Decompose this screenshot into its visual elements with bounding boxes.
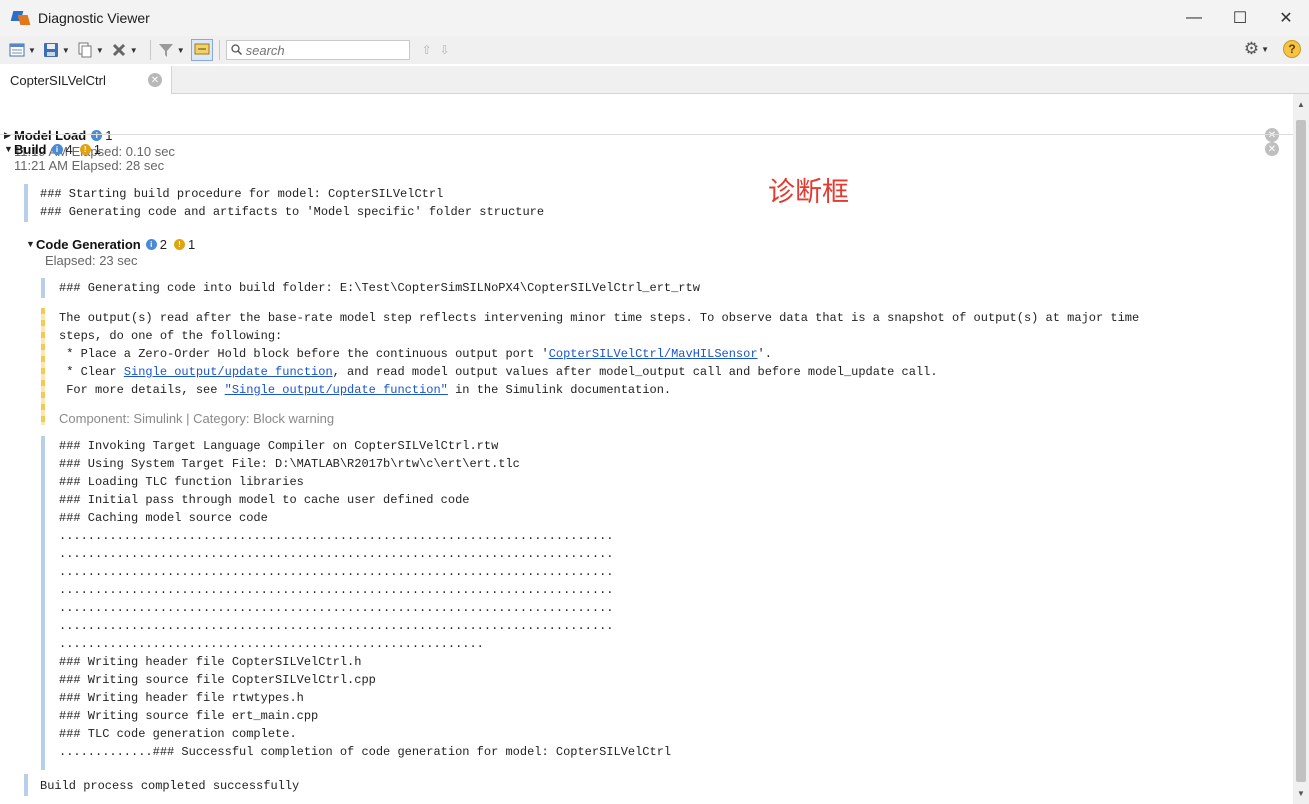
clear-x-icon [110, 41, 128, 59]
tab-label: CopterSILVelCtrl [10, 72, 106, 88]
tab-model[interactable]: CopterSILVelCtrl ✕ [0, 66, 172, 94]
window-controls: — ☐ ✕ [1171, 0, 1309, 36]
save-icon [42, 41, 60, 59]
info-bar [24, 774, 28, 796]
maximize-button[interactable]: ☐ [1217, 0, 1263, 36]
copy-icon [76, 41, 94, 59]
highlight-icon [194, 41, 210, 60]
warning-component-category: Component: Simulink | Category: Block wa… [59, 411, 335, 426]
warning-text-line: The output(s) read after the base-rate m… [59, 311, 1140, 325]
dropdown-arrow-icon: ▼ [28, 45, 36, 55]
help-icon[interactable]: ? [1283, 40, 1301, 58]
annotation-label: 诊断框 [768, 177, 849, 208]
build-complete-message: Build process completed successfully [40, 779, 300, 793]
mavhilsensor-link[interactable]: CopterSILVelCtrl/MavHILSensor [549, 347, 758, 361]
info-count: 4 [65, 141, 73, 157]
filter-icon [157, 41, 175, 59]
warning-bar [41, 308, 45, 425]
toolbar-separator [218, 40, 220, 60]
toolbar: ▼ ▼ ▼ ▼ ▼ ⇧ ⇩ ⚙ ▼ ? [0, 36, 1309, 64]
vertical-scrollbar[interactable]: ▲ ▼ [1293, 94, 1309, 804]
build-folder-message: ### Generating code into build folder: E… [59, 281, 700, 295]
warning-count: 1 [187, 236, 196, 252]
section-title: Code Generation [36, 236, 141, 252]
toolbar-separator [149, 40, 151, 60]
dropdown-arrow-icon[interactable]: ▼ [1261, 45, 1269, 54]
build-section: ▼ Build i 4 ! 1 11:21 AM Elapsed: 28 sec… [0, 140, 1293, 174]
dropdown-arrow-icon: ▼ [129, 45, 138, 55]
warning-text-line: steps, do one of the following: [59, 329, 283, 343]
search-icon [230, 43, 242, 58]
report-menu-button[interactable]: ▼ [8, 39, 36, 61]
build-start-message: ### Starting build procedure for model: … [40, 187, 545, 219]
single-output-update-link[interactable]: Single output/update function [124, 365, 333, 379]
warning-message: The output(s) read after the base-rate m… [50, 309, 1139, 399]
close-button[interactable]: ✕ [1263, 0, 1309, 36]
warning-icon: ! [79, 143, 91, 155]
diagnostic-content: ▶ Model Load i 1 11:19 AM Elapsed: 0.10 … [0, 94, 1293, 804]
build-header[interactable]: ▼ Build i 4 ! 1 [0, 140, 1293, 158]
info-icon: i [51, 143, 63, 155]
section-time: Elapsed: 23 sec [45, 253, 138, 268]
scroll-down-arrow-icon[interactable]: ▼ [1297, 789, 1305, 798]
section-title: Build [14, 141, 47, 157]
info-bar [41, 278, 45, 298]
section-time: 11:21 AM Elapsed: 28 sec [14, 158, 165, 173]
dropdown-arrow-icon: ▼ [95, 45, 104, 55]
report-icon [8, 41, 26, 59]
expand-arrow-icon[interactable]: ▶ [0, 130, 14, 141]
warning-text: For more details, see [59, 383, 225, 397]
dismiss-icon[interactable]: ✕ [1265, 142, 1279, 156]
code-generation-header[interactable]: ▼ Code Generation i 2 ! 1 [22, 235, 1222, 253]
tab-close-icon[interactable]: ✕ [148, 73, 162, 87]
minimize-button[interactable]: — [1171, 0, 1217, 36]
filter-menu-button[interactable]: ▼ [157, 39, 185, 61]
previous-match-arrow-icon[interactable]: ⇧ [422, 43, 432, 57]
warning-text: * Place a Zero-Order Hold block before t… [59, 347, 549, 361]
collapse-arrow-icon[interactable]: ▼ [0, 144, 14, 154]
section-divider [0, 134, 1293, 135]
scrollbar-thumb[interactable] [1296, 120, 1306, 782]
copy-menu-button[interactable]: ▼ [76, 39, 104, 61]
dropdown-arrow-icon: ▼ [176, 45, 185, 55]
warning-text: * Clear [59, 365, 124, 379]
tab-strip: CopterSILVelCtrl ✕ [0, 66, 1309, 94]
next-match-arrow-icon[interactable]: ⇩ [440, 43, 450, 57]
info-icon: i [145, 238, 157, 250]
info-count: 2 [159, 236, 167, 252]
search-input[interactable] [245, 42, 406, 58]
info-bar [24, 184, 28, 222]
collapse-arrow-icon[interactable]: ▼ [22, 239, 36, 249]
gear-icon[interactable]: ⚙ [1244, 39, 1259, 59]
warning-text: '. [757, 347, 772, 361]
dropdown-arrow-icon: ▼ [61, 45, 70, 55]
save-menu-button[interactable]: ▼ [42, 39, 70, 61]
tlc-log-message: ### Invoking Target Language Compiler on… [59, 439, 672, 759]
info-bar [41, 436, 45, 770]
toolbar-right: ⚙ ▼ ? [1244, 39, 1301, 59]
documentation-link[interactable]: "Single output/update function" [225, 383, 448, 397]
code-generation-section: ▼ Code Generation i 2 ! 1 Elapsed: 23 se… [22, 235, 1222, 269]
highlight-toggle-button[interactable] [190, 39, 213, 61]
info-icon: i [91, 129, 103, 141]
warning-text: in the Simulink documentation. [447, 383, 672, 397]
search-navigation: ⇧ ⇩ [422, 43, 458, 57]
title-bar: Diagnostic Viewer — ☐ ✕ [0, 0, 1309, 36]
matlab-app-icon [10, 9, 31, 27]
warning-icon: ! [173, 238, 185, 250]
warning-text: , and read model output values after mod… [332, 365, 938, 379]
window-title: Diagnostic Viewer [38, 10, 150, 26]
search-box[interactable] [225, 40, 410, 60]
warning-count: 1 [93, 141, 101, 157]
scroll-up-arrow-icon[interactable]: ▲ [1297, 100, 1305, 109]
clear-menu-button[interactable]: ▼ [110, 39, 138, 61]
